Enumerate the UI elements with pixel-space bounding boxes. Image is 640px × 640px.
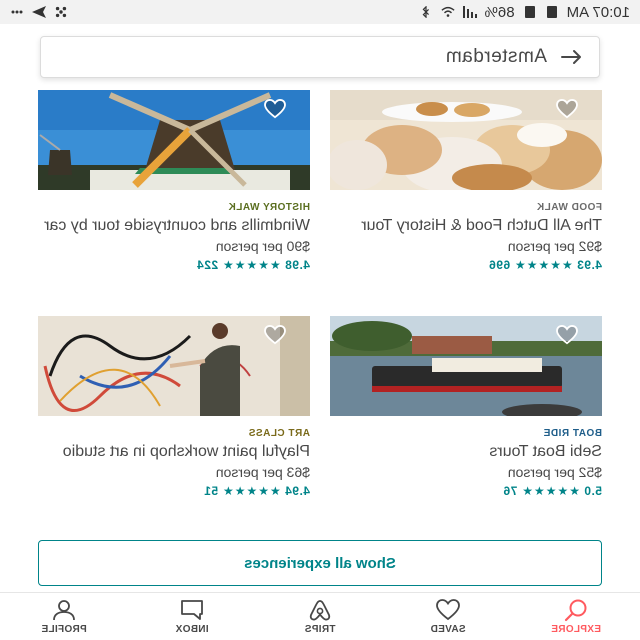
sim-icon-2 <box>524 6 535 18</box>
rating-value: 4.98 <box>284 258 310 272</box>
status-time: 10:07 AM <box>566 3 630 21</box>
nav-saved[interactable]: SAVED <box>403 598 493 635</box>
heart-icon[interactable] <box>556 99 578 119</box>
star-icons: ★★★★★ <box>222 484 281 498</box>
experience-card[interactable]: HISTORY WALK Windmills and countryside t… <box>38 90 310 272</box>
rating-row: 5.0 ★★★★★ 76 <box>330 484 602 498</box>
rating-value: 4.94 <box>284 484 310 498</box>
sim-icon <box>546 6 557 18</box>
bottom-nav: EXPLORE SAVED TRIPS INBOX PROFILE <box>0 592 640 640</box>
experience-price: $90 per person <box>215 238 310 254</box>
nav-profile[interactable]: PROFILE <box>19 598 109 635</box>
review-count: 224 <box>196 258 219 272</box>
star-icons: ★★★★★ <box>521 484 580 498</box>
app-screen: 10:07 AM 86% Amsterdam FOOD WALK The All… <box>0 0 640 640</box>
bluetooth-icon <box>422 6 429 18</box>
message-icon <box>181 600 203 620</box>
experience-card[interactable]: ART CLASS Playful paint workshop in art … <box>38 316 310 498</box>
nav-trips-label: TRIPS <box>304 624 336 635</box>
rating-row: 4.94 ★★★★★ 51 <box>38 484 310 498</box>
rating-row: 4.98 ★★★★★ 224 <box>38 258 310 272</box>
category-label: FOOD WALK <box>536 202 602 213</box>
heart-icon[interactable] <box>264 99 286 119</box>
experience-title[interactable]: Playful paint workshop in art studio <box>38 442 310 461</box>
search-icon <box>564 599 587 622</box>
search-input[interactable]: Amsterdam <box>445 46 547 68</box>
rating-row: 4.93 ★★★★★ 696 <box>330 258 602 272</box>
experience-title[interactable]: Windmills and countryside tour by car <box>38 216 310 235</box>
experience-image[interactable] <box>38 316 310 416</box>
signal-icon <box>462 6 477 18</box>
wifi-icon <box>440 6 455 17</box>
experience-price: $92 per person <box>507 238 602 254</box>
experience-image[interactable] <box>330 316 602 416</box>
status-bar: 10:07 AM 86% <box>0 0 640 24</box>
experience-card[interactable]: FOOD WALK The All Dutch Food & History T… <box>330 90 602 272</box>
send-icon <box>32 6 46 18</box>
nav-explore-label: EXPLORE <box>551 624 601 635</box>
heart-icon[interactable] <box>264 325 286 345</box>
battery-percent: 86% <box>484 3 515 21</box>
experience-price: $63 per person <box>215 464 310 480</box>
category-label: BOAT RIDE <box>543 428 602 439</box>
nav-explore[interactable]: EXPLORE <box>531 598 621 635</box>
show-all-experiences-button[interactable]: Show all experiences <box>38 540 602 586</box>
rating-value: 5.0 <box>583 484 602 498</box>
rating-value: 4.93 <box>576 258 602 272</box>
nav-saved-label: SAVED <box>430 624 466 635</box>
airbnb-logo-icon <box>309 600 331 621</box>
star-icons: ★★★★★ <box>514 258 573 272</box>
nav-inbox-label: INBOX <box>175 624 209 635</box>
star-icons: ★★★★★ <box>222 258 281 272</box>
heart-icon[interactable] <box>556 325 578 345</box>
dots-icon <box>11 10 23 14</box>
nav-trips[interactable]: TRIPS <box>275 598 365 635</box>
experience-image[interactable] <box>38 90 310 190</box>
search-bar[interactable]: Amsterdam <box>40 36 600 78</box>
heart-outline-icon <box>436 599 460 621</box>
experience-title[interactable]: Sebi Boat Tours <box>330 442 602 461</box>
back-arrow-icon[interactable] <box>561 49 583 65</box>
nav-profile-label: PROFILE <box>41 624 87 635</box>
experience-image[interactable] <box>330 90 602 190</box>
person-icon <box>53 600 75 621</box>
experience-card[interactable]: BOAT RIDE Sebi Boat Tours $52 per person… <box>330 316 602 498</box>
review-count: 51 <box>203 484 219 498</box>
review-count: 696 <box>488 258 511 272</box>
review-count: 76 <box>502 484 518 498</box>
category-label: ART CLASS <box>248 428 310 439</box>
category-label: HISTORY WALK <box>228 202 310 213</box>
fan-icon <box>55 6 67 18</box>
experience-price: $52 per person <box>507 464 602 480</box>
nav-inbox[interactable]: INBOX <box>147 598 237 635</box>
experience-title[interactable]: The All Dutch Food & History Tour <box>330 216 602 235</box>
show-all-label: Show all experiences <box>244 554 396 572</box>
